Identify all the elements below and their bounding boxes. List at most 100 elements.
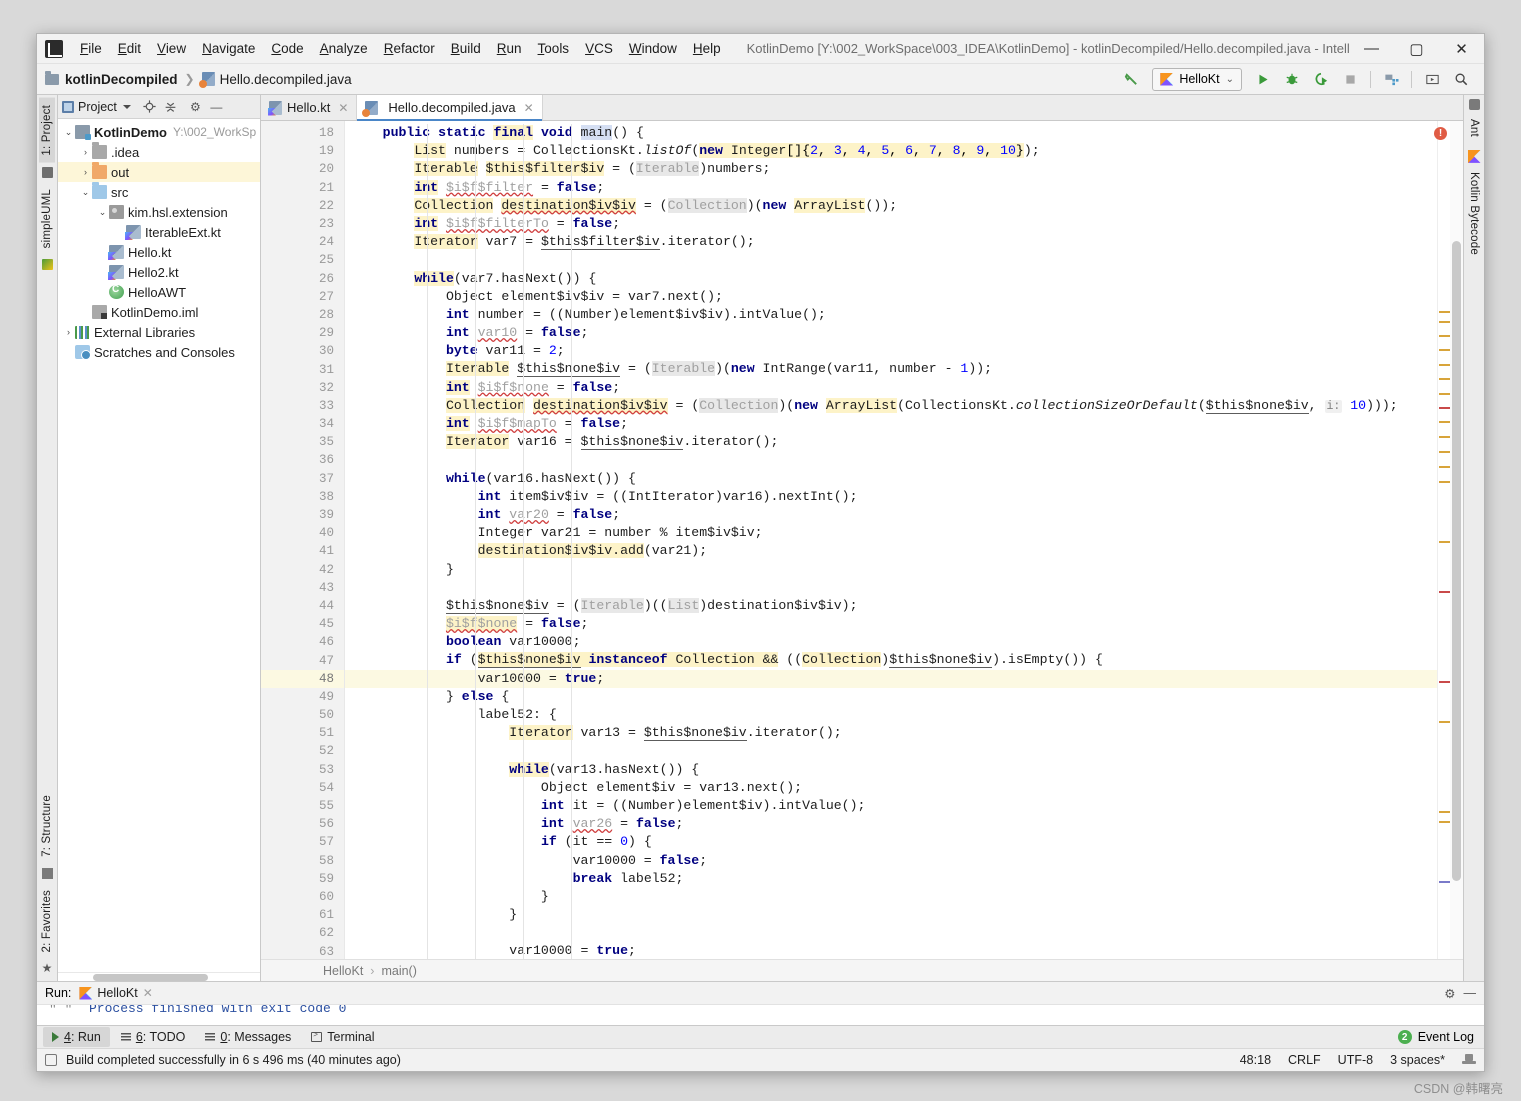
- tool-window-button-terminal[interactable]: Terminal: [302, 1027, 383, 1047]
- file-encoding[interactable]: UTF-8: [1338, 1053, 1373, 1067]
- menu-file[interactable]: File: [72, 37, 110, 60]
- code-line[interactable]: Iterator var13 = $this$none$iv.iterator(…: [345, 724, 1437, 742]
- error-stripe-marker[interactable]: [1439, 407, 1450, 409]
- tree-item-kotlindemo[interactable]: ⌄ KotlinDemo Y:\002_WorkSp: [58, 122, 260, 142]
- code-line[interactable]: int $i$f$mapTo = false;: [345, 415, 1437, 433]
- code-line[interactable]: Collection destination$iv$iv = (Collecti…: [345, 197, 1437, 215]
- line-number[interactable]: 27: [261, 288, 344, 306]
- code-editor[interactable]: public static final void main() { List n…: [345, 121, 1437, 959]
- line-number[interactable]: 23: [261, 215, 344, 233]
- line-number[interactable]: 57: [261, 833, 359, 851]
- chevron-right-icon[interactable]: ›: [62, 327, 75, 337]
- code-line[interactable]: int $i$f$filterTo = false;: [345, 215, 1437, 233]
- line-number[interactable]: 55: [261, 797, 344, 815]
- code-line[interactable]: Object element$iv = var13.next();: [345, 779, 1437, 797]
- error-stripe-marker[interactable]: [1439, 321, 1450, 323]
- error-stripe-marker[interactable]: [1439, 541, 1450, 543]
- line-number[interactable]: 62: [261, 924, 344, 942]
- code-line[interactable]: if ($this$none$iv instanceof Collection …: [345, 651, 1437, 669]
- code-line[interactable]: }: [345, 888, 1437, 906]
- code-line[interactable]: [345, 924, 1437, 942]
- menu-navigate[interactable]: Navigate: [194, 37, 263, 60]
- line-number[interactable]: 42: [261, 561, 359, 579]
- line-number[interactable]: 28: [261, 306, 344, 324]
- code-line[interactable]: [345, 579, 1437, 597]
- line-number[interactable]: 33: [261, 397, 344, 415]
- line-number[interactable]: 38: [261, 488, 344, 506]
- line-number[interactable]: 19: [261, 142, 344, 160]
- event-log-button[interactable]: 2 Event Log: [1397, 1030, 1484, 1044]
- line-number[interactable]: 53: [261, 761, 359, 779]
- hide-panel-icon[interactable]: —: [1464, 986, 1477, 1000]
- line-number[interactable]: 39: [261, 506, 344, 524]
- error-stripe-marker[interactable]: [1439, 364, 1450, 366]
- line-number[interactable]: 49: [261, 688, 359, 706]
- code-line[interactable]: [345, 251, 1437, 269]
- error-marker-bar[interactable]: [1437, 121, 1450, 959]
- editor-tab-hello-decompiled-java[interactable]: Hello.decompiled.java ✕: [357, 95, 543, 121]
- menu-vcs[interactable]: VCS: [577, 37, 621, 60]
- close-button[interactable]: ✕: [1439, 34, 1484, 64]
- search-icon[interactable]: [1448, 67, 1474, 91]
- line-number[interactable]: 54: [261, 779, 344, 797]
- code-line[interactable]: int number = ((Number)element$iv$iv).int…: [345, 306, 1437, 324]
- line-number[interactable]: 48: [261, 669, 344, 688]
- menu-help[interactable]: Help: [685, 37, 729, 60]
- code-line[interactable]: int var26 = false;: [345, 815, 1437, 833]
- error-stripe-marker[interactable]: [1439, 335, 1450, 337]
- error-stripe-marker[interactable]: [1439, 721, 1450, 723]
- run-console[interactable]: " " Process finished with exit code 0: [37, 1005, 1484, 1025]
- code-line[interactable]: int var10 = false;: [345, 324, 1437, 342]
- build-hammer-icon[interactable]: [1118, 67, 1144, 91]
- code-line[interactable]: [345, 742, 1437, 760]
- code-line[interactable]: Collection destination$iv$iv = (Collecti…: [345, 397, 1437, 415]
- tree-item-helloawt[interactable]: HelloAWT: [58, 282, 260, 302]
- error-badge[interactable]: !: [1434, 127, 1447, 140]
- locate-file-icon[interactable]: [141, 98, 158, 115]
- line-number[interactable]: 35: [261, 433, 344, 451]
- line-number[interactable]: 63: [261, 942, 344, 959]
- code-line[interactable]: while(var13.hasNext()) {: [345, 761, 1437, 779]
- chevron-right-icon[interactable]: ›: [79, 167, 92, 177]
- debug-button[interactable]: [1279, 67, 1305, 91]
- indent-setting[interactable]: 3 spaces*: [1390, 1053, 1445, 1067]
- code-line[interactable]: Iterator var7 = $this$filter$iv.iterator…: [345, 233, 1437, 251]
- code-line[interactable]: Iterator var16 = $this$none$iv.iterator(…: [345, 433, 1437, 451]
- error-stripe-marker[interactable]: [1439, 821, 1450, 823]
- tool-tab-favorites[interactable]: 2: Favorites: [39, 883, 55, 959]
- line-number[interactable]: 52: [261, 742, 344, 760]
- line-separator[interactable]: CRLF: [1288, 1053, 1321, 1067]
- error-stripe-marker[interactable]: [1439, 421, 1450, 423]
- code-line[interactable]: }: [345, 561, 1437, 579]
- minimize-button[interactable]: —: [1349, 34, 1394, 64]
- select-target-icon[interactable]: [1419, 67, 1445, 91]
- editor-breadcrumb-class[interactable]: HelloKt: [323, 964, 363, 978]
- code-line[interactable]: byte var11 = 2;: [345, 342, 1437, 360]
- line-number[interactable]: 22: [261, 197, 344, 215]
- tool-tab-project[interactable]: 1: Project: [39, 98, 55, 163]
- line-number[interactable]: 60: [261, 888, 359, 906]
- code-line[interactable]: int it = ((Number)element$iv).intValue()…: [345, 797, 1437, 815]
- line-number[interactable]: 32: [261, 379, 344, 397]
- code-line[interactable]: int $i$f$none = false;: [345, 379, 1437, 397]
- code-line[interactable]: var10000 = true;: [345, 669, 1437, 688]
- line-number[interactable]: 34: [261, 415, 344, 433]
- menu-tools[interactable]: Tools: [530, 37, 578, 60]
- maximize-button[interactable]: ▢: [1394, 34, 1439, 64]
- code-line[interactable]: label52: {: [345, 706, 1437, 724]
- code-line[interactable]: var10000 = true;: [345, 942, 1437, 959]
- line-number[interactable]: 41: [261, 542, 344, 560]
- hide-panel-icon[interactable]: —: [208, 98, 225, 115]
- code-line[interactable]: int item$iv$iv = ((IntIterator)var16).ne…: [345, 488, 1437, 506]
- error-stripe-marker[interactable]: [1439, 881, 1450, 883]
- code-line[interactable]: }: [345, 906, 1437, 924]
- tool-tab-structure[interactable]: 7: Structure: [39, 788, 55, 864]
- tree-item-kim-hsl-extension[interactable]: ⌄ kim.hsl.extension: [58, 202, 260, 222]
- menu-refactor[interactable]: Refactor: [376, 37, 443, 60]
- code-line[interactable]: Object element$iv$iv = var7.next();: [345, 288, 1437, 306]
- line-number[interactable]: 58: [261, 852, 344, 870]
- line-number[interactable]: 44: [261, 597, 344, 615]
- tree-item-out[interactable]: › out: [58, 162, 260, 182]
- tool-tab-kotlin-bytecode[interactable]: Kotlin Bytecode: [1466, 165, 1482, 262]
- error-stripe-marker[interactable]: [1439, 349, 1450, 351]
